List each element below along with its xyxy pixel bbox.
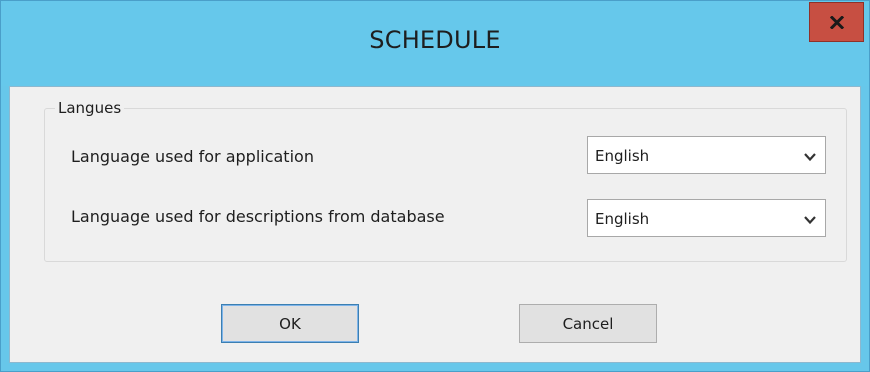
languages-groupbox: Langues Language used for application En…: [44, 99, 847, 262]
database-language-value: English: [595, 210, 650, 228]
groupbox-legend: Langues: [55, 99, 125, 117]
close-button[interactable]: [809, 2, 864, 42]
chevron-down-icon: [803, 213, 817, 225]
ok-button[interactable]: OK: [221, 304, 359, 343]
database-language-label: Language used for descriptions from data…: [71, 207, 445, 226]
application-language-value: English: [595, 147, 650, 165]
chevron-down-icon: [803, 150, 817, 162]
database-language-select[interactable]: English: [587, 199, 826, 237]
application-language-label: Language used for application: [71, 147, 314, 166]
close-icon: [829, 15, 844, 29]
dialog-window: SCHEDULE Langues Language used for appli…: [0, 0, 870, 372]
window-title: SCHEDULE: [369, 26, 501, 54]
application-language-select[interactable]: English: [587, 136, 826, 174]
title-bar[interactable]: SCHEDULE: [1, 1, 869, 86]
dialog-body: Langues Language used for application En…: [9, 86, 861, 363]
cancel-button[interactable]: Cancel: [519, 304, 657, 343]
